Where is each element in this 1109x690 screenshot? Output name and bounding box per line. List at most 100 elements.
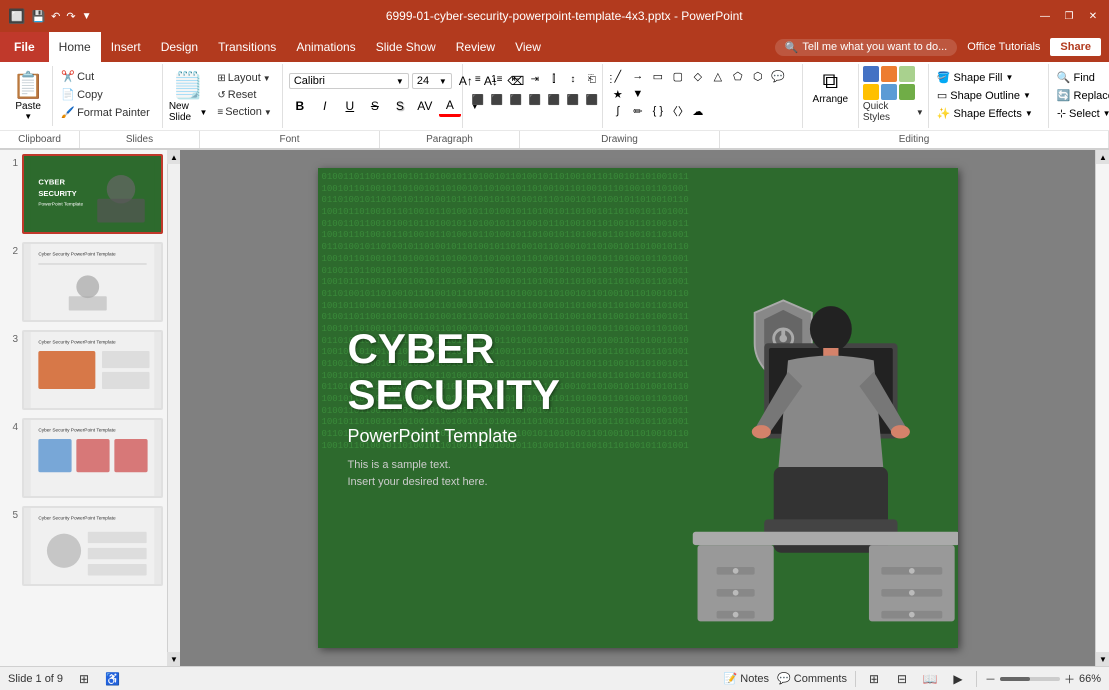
scroll-up-button[interactable]: ▲ bbox=[167, 150, 181, 164]
quick-style-4[interactable] bbox=[863, 84, 879, 100]
arrange-button[interactable]: ⧉ Arrange bbox=[805, 66, 857, 107]
strikethrough-button[interactable]: S bbox=[364, 95, 386, 117]
scroll-down-button-right[interactable]: ▼ bbox=[1096, 652, 1109, 666]
shape-outline-dropdown[interactable]: ▼ bbox=[1023, 91, 1031, 100]
shape-effects-dropdown[interactable]: ▼ bbox=[1025, 109, 1033, 118]
align-bottom-button[interactable]: ⬛ bbox=[583, 91, 601, 109]
pentagon-shape[interactable]: ⬠ bbox=[729, 68, 747, 84]
hexagon-shape[interactable]: ⬡ bbox=[749, 68, 767, 84]
slide-canvas[interactable]: 0100110110010100101101001011010010110100… bbox=[318, 168, 958, 648]
slide-image-1[interactable]: CYBER SECURITY PowerPoint Template bbox=[22, 154, 163, 234]
slide-thumb-3[interactable]: 3 Cyber Security PowerPoint Template bbox=[4, 330, 163, 410]
callout-shape[interactable]: 💬 bbox=[769, 68, 787, 84]
close-button[interactable]: ✕ bbox=[1085, 8, 1101, 24]
align-middle-button[interactable]: ⬛ bbox=[564, 91, 582, 109]
undo-icon[interactable]: ↶ bbox=[51, 10, 60, 23]
shadow-button[interactable]: S bbox=[389, 95, 411, 117]
menu-view[interactable]: View bbox=[505, 32, 551, 62]
more-shapes[interactable]: ▼ bbox=[629, 86, 647, 102]
scroll-up-button-right[interactable]: ▲ bbox=[1096, 150, 1109, 164]
slide-text-area[interactable]: CYBER SECURITY PowerPoint Template This … bbox=[348, 326, 560, 490]
tell-me-input[interactable]: 🔍 Tell me what you want to do... bbox=[775, 39, 958, 56]
shape-fill-dropdown[interactable]: ▼ bbox=[1005, 73, 1013, 82]
shape-effects-button[interactable]: ✨ Shape Effects ▼ bbox=[933, 106, 1037, 121]
align-top-button[interactable]: ⬛ bbox=[545, 91, 563, 109]
save-icon[interactable]: 💾 bbox=[31, 10, 45, 23]
notes-button[interactable]: 📝 Notes bbox=[724, 672, 770, 685]
bullets-button[interactable]: ≡ bbox=[469, 70, 487, 88]
canvas-area[interactable]: 0100110110010100101101001011010010110100… bbox=[180, 150, 1095, 666]
brace-shape[interactable]: 〈〉 bbox=[669, 103, 687, 119]
slide-thumb-5[interactable]: 5 Cyber Security PowerPoint Template bbox=[4, 506, 163, 586]
menu-review[interactable]: Review bbox=[446, 32, 505, 62]
align-right-button[interactable]: ⬛ bbox=[507, 91, 525, 109]
reading-view-button[interactable]: 📖 bbox=[920, 669, 940, 689]
quick-style-2[interactable] bbox=[881, 66, 897, 82]
menu-file[interactable]: File bbox=[0, 32, 49, 62]
zoom-in-button[interactable]: ＋ bbox=[1064, 671, 1075, 687]
triangle-shape[interactable]: △ bbox=[709, 68, 727, 84]
font-color-button[interactable]: A bbox=[439, 95, 461, 117]
copy-button[interactable]: 📄 Copy bbox=[57, 86, 153, 103]
line-shape[interactable]: ╱ bbox=[609, 68, 627, 84]
text-direction-button[interactable]: ⎗ bbox=[583, 70, 601, 88]
char-spacing-button[interactable]: AV bbox=[414, 95, 436, 117]
slide-image-5[interactable]: Cyber Security PowerPoint Template bbox=[22, 506, 163, 586]
align-left-button[interactable]: ⬛ bbox=[469, 91, 487, 109]
menu-insert[interactable]: Insert bbox=[101, 32, 151, 62]
slide-thumb-4[interactable]: 4 Cyber Security PowerPoint Template bbox=[4, 418, 163, 498]
zoom-out-button[interactable]: － bbox=[985, 671, 996, 687]
slide-thumb-2[interactable]: 2 Cyber Security PowerPoint Template bbox=[4, 242, 163, 322]
slide-thumb-1[interactable]: 1 CYBER SECURITY PowerPoint Template bbox=[4, 154, 163, 234]
justify-button[interactable]: ⬛ bbox=[526, 91, 544, 109]
slide-sorter-button[interactable]: ⊟ bbox=[892, 669, 912, 689]
quick-styles-dropdown[interactable]: ▼ bbox=[916, 108, 924, 117]
slide-image-3[interactable]: Cyber Security PowerPoint Template bbox=[22, 330, 163, 410]
font-name-dropdown[interactable]: Calibri ▼ bbox=[289, 73, 409, 89]
minimize-button[interactable]: — bbox=[1037, 8, 1053, 24]
line-spacing-button[interactable]: ↕ bbox=[564, 70, 582, 88]
paste-dropdown-icon[interactable]: ▼ bbox=[24, 112, 32, 121]
menu-slideshow[interactable]: Slide Show bbox=[366, 32, 446, 62]
share-button[interactable]: Share bbox=[1050, 38, 1101, 56]
italic-button[interactable]: I bbox=[314, 95, 336, 117]
bold-button[interactable]: B bbox=[289, 95, 311, 117]
freeform-shape[interactable]: ✏ bbox=[629, 103, 647, 119]
accessibility-icon[interactable]: ♿ bbox=[105, 672, 120, 686]
slide-image-2[interactable]: Cyber Security PowerPoint Template bbox=[22, 242, 163, 322]
zoom-slider[interactable] bbox=[1000, 677, 1060, 681]
star-shape[interactable]: ★ bbox=[609, 86, 627, 102]
redo-icon[interactable]: ↷ bbox=[66, 10, 75, 23]
restore-button[interactable]: ❐ bbox=[1061, 8, 1077, 24]
paste-button[interactable]: 📋 Paste ▼ bbox=[4, 66, 53, 126]
select-dropdown[interactable]: ▼ bbox=[1103, 109, 1109, 118]
new-slide-dropdown[interactable]: ▼ bbox=[199, 108, 207, 117]
replace-button[interactable]: 🔄 Replace ▼ bbox=[1053, 88, 1109, 103]
columns-button[interactable]: ⫿ bbox=[545, 70, 563, 88]
quick-style-1[interactable] bbox=[863, 66, 879, 82]
increase-indent-button[interactable]: ⇥ bbox=[526, 70, 544, 88]
layout-button[interactable]: ⊞ Layout ▼ bbox=[213, 70, 275, 86]
section-button[interactable]: ≡ Section ▼ bbox=[213, 104, 275, 120]
normal-view-button[interactable]: ⊞ bbox=[864, 669, 884, 689]
customize-qa-icon[interactable]: ▼ bbox=[82, 11, 92, 22]
menu-design[interactable]: Design bbox=[151, 32, 208, 62]
underline-button[interactable]: U bbox=[339, 95, 361, 117]
font-size-dropdown[interactable]: 24 ▼ bbox=[412, 73, 452, 89]
menu-transitions[interactable]: Transitions bbox=[208, 32, 286, 62]
curve-shape[interactable]: ∫ bbox=[609, 103, 627, 119]
rounded-rect-shape[interactable]: ▢ bbox=[669, 68, 687, 84]
shape-outline-button[interactable]: ▭ Shape Outline ▼ bbox=[933, 88, 1037, 103]
arrow-shape[interactable]: → bbox=[629, 68, 647, 84]
quick-style-3[interactable] bbox=[899, 66, 915, 82]
shape-fill-button[interactable]: 🪣 Shape Fill ▼ bbox=[933, 70, 1037, 85]
align-center-button[interactable]: ⬛ bbox=[488, 91, 506, 109]
bracket-shape[interactable]: { } bbox=[649, 103, 667, 119]
quick-style-5[interactable] bbox=[881, 84, 897, 100]
comments-button[interactable]: 💬 Comments bbox=[777, 672, 847, 685]
menu-home[interactable]: Home bbox=[49, 32, 101, 62]
new-slide-button[interactable]: 🗒️ New Slide ▼ bbox=[169, 70, 208, 123]
office-tutorials-button[interactable]: Office Tutorials bbox=[957, 41, 1050, 53]
rect-shape[interactable]: ▭ bbox=[649, 68, 667, 84]
diamond-shape[interactable]: ◇ bbox=[689, 68, 707, 84]
